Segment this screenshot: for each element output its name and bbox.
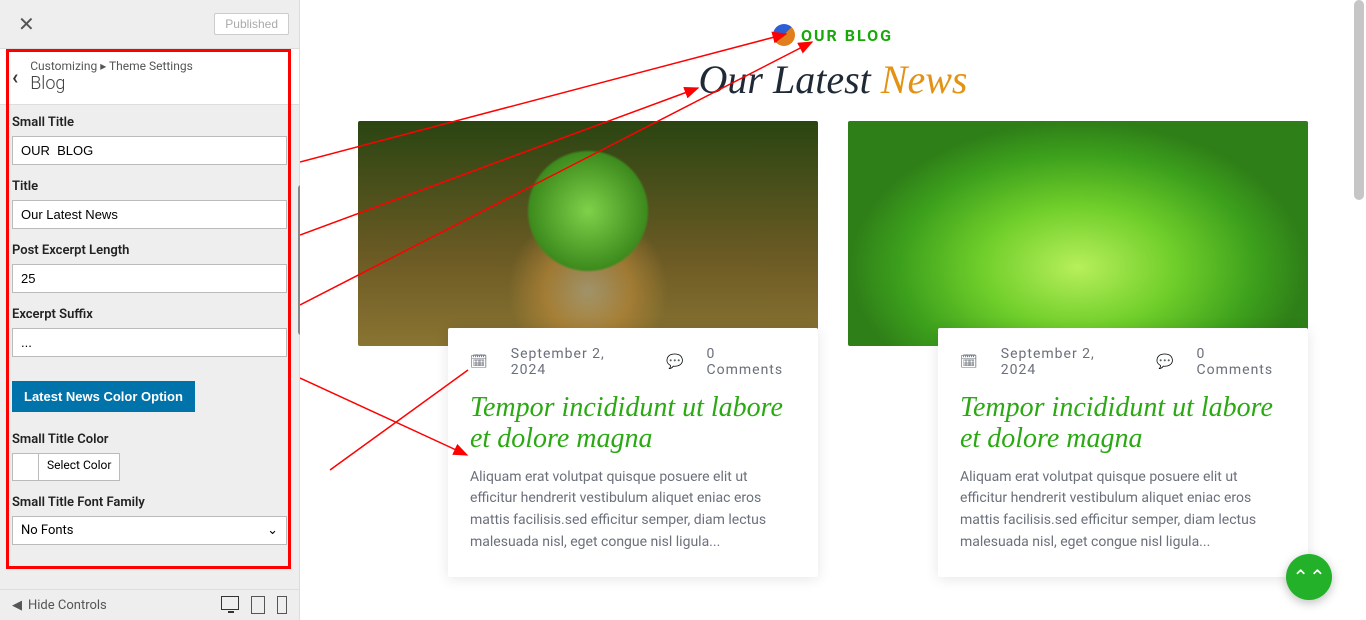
panel-header: ‹ Customizing ▸ Theme Settings Blog [0, 49, 299, 105]
hide-controls-button[interactable]: ◀ Hide Controls [12, 598, 107, 613]
tablet-icon[interactable] [251, 596, 265, 614]
sidebar-footer: ◀ Hide Controls [0, 589, 299, 620]
comments-icon: 💬 [1156, 354, 1174, 370]
post-body: 🗓 September 2, 2024 💬 0 Comments Tempor … [448, 328, 818, 577]
breadcrumb-sep-icon: ▸ [100, 59, 109, 73]
post-excerpt: Aliquam erat volutpat quisque posuere el… [960, 467, 1286, 554]
font-select-value: No Fonts [21, 523, 74, 538]
small-title-font-label: Small Title Font Family [12, 495, 287, 510]
calendar-icon: 🗓 [470, 354, 489, 370]
comments-icon: 💬 [666, 354, 684, 370]
mobile-icon[interactable] [277, 596, 287, 614]
post-meta: 🗓 September 2, 2024 💬 0 Comments [960, 346, 1286, 378]
blog-title-pre: Our Latest [699, 57, 871, 102]
post-comments[interactable]: 0 Comments [707, 346, 797, 378]
small-title-label: Small Title [12, 115, 287, 130]
small-title-color-label: Small Title Color [12, 432, 287, 447]
scroll-top-button[interactable]: ⌃⌃ [1286, 554, 1332, 600]
post-card[interactable]: 🗓 September 2, 2024 💬 0 Comments Tempor … [848, 121, 1308, 577]
post-meta: 🗓 September 2, 2024 💬 0 Comments [470, 346, 796, 378]
blog-small-title-text: OUR BLOG [801, 26, 893, 45]
collapse-icon: ◀ [12, 598, 22, 613]
post-title[interactable]: Tempor incididunt ut labore et dolore ma… [470, 392, 796, 455]
hide-controls-label: Hide Controls [28, 598, 107, 613]
blog-small-title: OUR BLOG [773, 24, 893, 46]
excerpt-length-input[interactable] [12, 264, 287, 293]
chevron-down-icon: ⌄ [267, 523, 278, 538]
double-chevron-up-icon: ⌃⌃ [1292, 565, 1326, 589]
controls-panel[interactable]: Small Title Title Post Excerpt Length Ex… [0, 105, 299, 589]
post-date: September 2, 2024 [511, 346, 644, 378]
excerpt-length-label: Post Excerpt Length [12, 243, 287, 258]
blog-main-title: Our Latest News [300, 56, 1366, 103]
device-preview-switcher [221, 596, 287, 614]
post-excerpt: Aliquam erat volutpat quisque posuere el… [470, 467, 796, 554]
close-icon[interactable]: ✕ [10, 8, 43, 40]
blog-header: OUR BLOG Our Latest News [300, 0, 1366, 121]
post-thumbnail [358, 121, 818, 346]
color-option-section-button[interactable]: Latest News Color Option [12, 381, 195, 412]
post-comments[interactable]: 0 Comments [1197, 346, 1287, 378]
preview-pane[interactable]: OUR BLOG Our Latest News 🗓 September 2, … [300, 0, 1366, 620]
desktop-icon[interactable] [221, 596, 239, 610]
back-icon[interactable]: ‹ [12, 65, 18, 89]
post-body: 🗓 September 2, 2024 💬 0 Comments Tempor … [938, 328, 1308, 577]
color-select-button[interactable]: Select Color [39, 454, 119, 480]
small-title-input[interactable] [12, 136, 287, 165]
panel-title: Blog [30, 73, 193, 94]
excerpt-suffix-label: Excerpt Suffix [12, 307, 287, 322]
sidebar-topbar: ✕ Published [0, 0, 299, 49]
breadcrumb: Customizing ▸ Theme Settings [30, 59, 193, 73]
color-swatch-icon [13, 454, 39, 480]
breadcrumb-prefix: Customizing [30, 59, 97, 73]
small-title-font-select[interactable]: No Fonts ⌄ [12, 516, 287, 545]
post-thumbnail [848, 121, 1308, 346]
title-input[interactable] [12, 200, 287, 229]
posts-grid: 🗓 September 2, 2024 💬 0 Comments Tempor … [300, 121, 1366, 617]
customizer-sidebar: ✕ Published ‹ Customizing ▸ Theme Settin… [0, 0, 300, 620]
publish-status-button[interactable]: Published [214, 13, 289, 35]
title-label: Title [12, 179, 287, 194]
calendar-icon: 🗓 [960, 354, 979, 370]
breadcrumb-mid: Theme Settings [109, 59, 193, 73]
compass-icon [773, 24, 795, 46]
post-card[interactable]: 🗓 September 2, 2024 💬 0 Comments Tempor … [358, 121, 818, 577]
blog-title-accent: News [881, 57, 968, 102]
post-title[interactable]: Tempor incididunt ut labore et dolore ma… [960, 392, 1286, 455]
small-title-color-picker[interactable]: Select Color [12, 453, 120, 481]
post-date: September 2, 2024 [1001, 346, 1134, 378]
preview-scrollbar[interactable] [1352, 0, 1364, 620]
excerpt-suffix-input[interactable] [12, 328, 287, 357]
